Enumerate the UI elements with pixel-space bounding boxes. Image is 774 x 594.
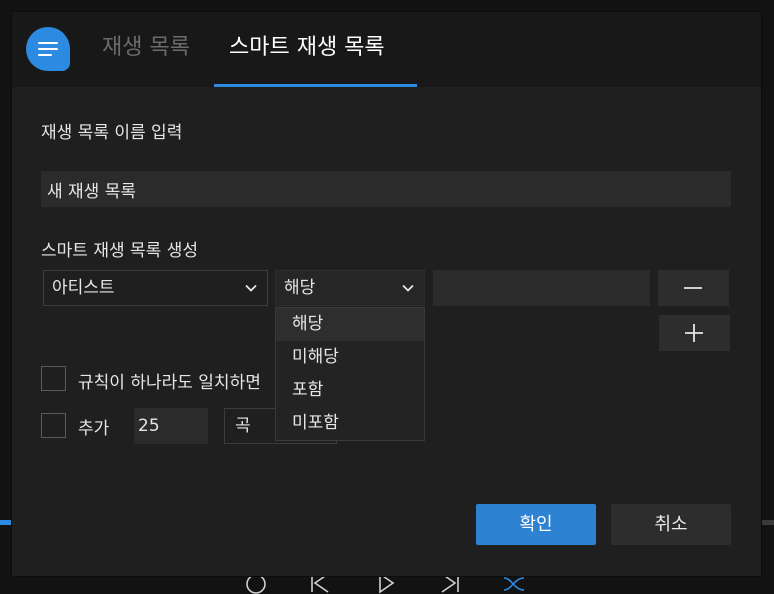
- remove-rule-button[interactable]: [658, 270, 729, 306]
- playback-progress-bar[interactable]: [0, 520, 12, 525]
- match-any-label: 규칙이 하나라도 일치하면: [78, 373, 261, 393]
- chevron-down-icon: [245, 284, 257, 292]
- cancel-button[interactable]: 취소: [611, 504, 731, 545]
- add-rule-button[interactable]: [659, 315, 730, 351]
- limit-label: 추가: [78, 419, 110, 439]
- dropdown-option[interactable]: 포함: [276, 374, 424, 407]
- playlist-logo-icon: [26, 27, 70, 71]
- dropdown-option[interactable]: 미해당: [276, 341, 424, 374]
- rule-value-input[interactable]: [433, 270, 650, 306]
- ok-button[interactable]: 확인: [476, 504, 596, 545]
- tab-playlist[interactable]: 재생 목록: [102, 34, 190, 62]
- minus-icon: [684, 287, 702, 289]
- dialog-header: 재생 목록 스마트 재생 목록: [12, 12, 761, 87]
- limit-checkbox[interactable]: [41, 413, 66, 438]
- limit-unit-value: 곡: [235, 416, 251, 436]
- rule-operator-value: 해당: [284, 278, 316, 298]
- dropdown-option[interactable]: 해당: [276, 308, 424, 341]
- limit-count-input[interactable]: 25: [134, 408, 208, 444]
- smart-playlist-dialog: 재생 목록 스마트 재생 목록 재생 목록 이름 입력 스마트 재생 목록 생성…: [12, 12, 761, 576]
- rule-field-select[interactable]: 아티스트: [43, 270, 268, 306]
- match-any-checkbox[interactable]: [41, 366, 66, 391]
- rule-operator-select[interactable]: 해당: [275, 270, 425, 306]
- playlist-name-input[interactable]: [41, 171, 731, 207]
- playlist-name-label: 재생 목록 이름 입력: [41, 123, 183, 143]
- chevron-down-icon: [402, 284, 414, 292]
- rule-field-value: 아티스트: [52, 278, 115, 298]
- tab-smart-playlist[interactable]: 스마트 재생 목록: [229, 34, 385, 62]
- playback-progress-track: [760, 520, 774, 525]
- operator-dropdown-menu: 해당 미해당 포함 미포함: [275, 307, 425, 441]
- active-tab-indicator: [214, 84, 417, 87]
- dropdown-option[interactable]: 미포함: [276, 407, 424, 440]
- smart-playlist-label: 스마트 재생 목록 생성: [41, 241, 198, 261]
- plus-icon: [685, 324, 703, 342]
